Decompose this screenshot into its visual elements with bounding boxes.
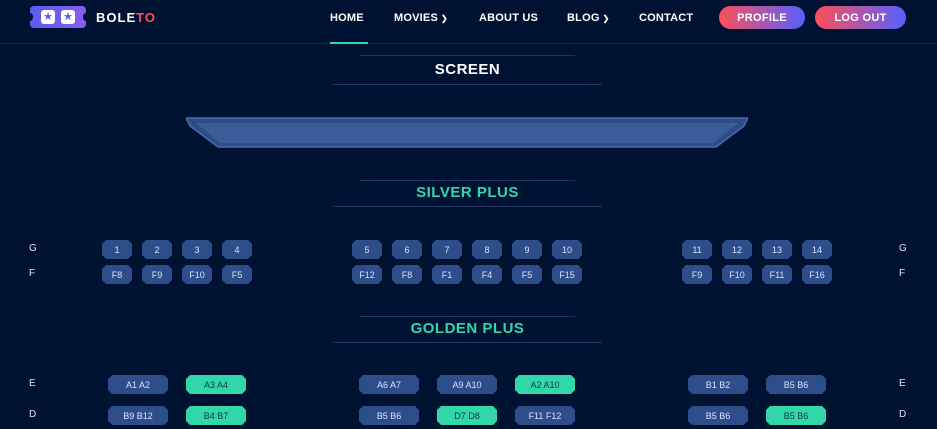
divider (360, 180, 575, 181)
cinema-screen (186, 117, 748, 148)
brand-name: BOLETO (96, 9, 156, 25)
divider (360, 55, 575, 56)
seat[interactable]: 5 (352, 240, 382, 259)
seat[interactable]: F8 (392, 265, 422, 284)
seat[interactable]: B5 B6 (359, 406, 419, 425)
divider (333, 84, 602, 85)
seat[interactable]: F1 (432, 265, 462, 284)
seat[interactable]: 2 (142, 240, 172, 259)
nav-about[interactable]: ABOUT US (479, 12, 538, 24)
nav-home[interactable]: HOME (330, 12, 364, 24)
seat[interactable]: F12 (352, 265, 382, 284)
row-label-right: G (899, 243, 907, 254)
seat[interactable]: B5 B6 (766, 375, 826, 394)
brand-logo[interactable]: ★ ★ BOLETO (27, 6, 156, 28)
screen-title: SCREEN (434, 61, 501, 78)
seat[interactable]: B9 B12 (108, 406, 168, 425)
row-label-right: F (899, 268, 906, 279)
seat-selected[interactable]: D7 D8 (437, 406, 497, 425)
seat[interactable]: F10 (722, 265, 752, 284)
seat[interactable]: F11 F12 (515, 406, 575, 425)
row-label-left: E (29, 378, 36, 389)
seat[interactable]: F11 (762, 265, 792, 284)
seat[interactable]: F10 (182, 265, 212, 284)
seat[interactable]: F16 (802, 265, 832, 284)
seat[interactable]: F9 (682, 265, 712, 284)
chevron-down-icon: ❯ (441, 14, 448, 23)
seat[interactable]: F5 (222, 265, 252, 284)
seat[interactable]: 14 (802, 240, 832, 259)
seat-selected[interactable]: A3 A4 (186, 375, 246, 394)
seat[interactable]: 10 (552, 240, 582, 259)
seat[interactable]: 8 (472, 240, 502, 259)
nav-contact[interactable]: CONTACT (639, 12, 693, 24)
star-icon: ★ (61, 10, 75, 24)
seat[interactable]: 7 (432, 240, 462, 259)
seat[interactable]: A9 A10 (437, 375, 497, 394)
seat[interactable]: B5 B6 (688, 406, 748, 425)
logout-button[interactable]: LOG OUT (815, 6, 906, 29)
seat[interactable]: 13 (762, 240, 792, 259)
seat[interactable]: A6 A7 (359, 375, 419, 394)
seat[interactable]: 9 (512, 240, 542, 259)
site-header: ★ ★ BOLETO HOME MOVIES ❯ ABOUT US BLOG ❯ C… (0, 0, 937, 44)
seat-selected[interactable]: B4 B7 (186, 406, 246, 425)
seat[interactable]: F9 (142, 265, 172, 284)
nav-movies[interactable]: MOVIES ❯ (394, 12, 448, 24)
seat[interactable]: 1 (102, 240, 132, 259)
seat[interactable]: F4 (472, 265, 502, 284)
row-label-right: E (899, 378, 906, 389)
divider (360, 316, 575, 317)
row-label-left: F (29, 268, 36, 279)
seat[interactable]: 3 (182, 240, 212, 259)
seat-selected[interactable]: A2 A10 (515, 375, 575, 394)
seat[interactable]: A1 A2 (108, 375, 168, 394)
divider (333, 206, 602, 207)
profile-button[interactable]: PROFILE (719, 6, 805, 29)
seat[interactable]: 6 (392, 240, 422, 259)
seat[interactable]: 4 (222, 240, 252, 259)
divider (333, 342, 602, 343)
row-label-left: G (29, 243, 37, 254)
chevron-down-icon: ❯ (602, 14, 610, 23)
nav-blog[interactable]: BLOG ❯ (567, 12, 609, 24)
silver-plus-title: SILVER PLUS (416, 184, 519, 201)
ticket-icon: ★ ★ (27, 6, 89, 28)
seat[interactable]: F8 (102, 265, 132, 284)
golden-plus-title: GOLDEN PLUS (410, 320, 525, 337)
active-nav-indicator (330, 42, 368, 44)
row-label-left: D (29, 409, 37, 420)
seat[interactable]: 12 (722, 240, 752, 259)
row-label-right: D (899, 409, 907, 420)
seat[interactable]: B1 B2 (688, 375, 748, 394)
seat[interactable]: 11 (682, 240, 712, 259)
seat[interactable]: F15 (552, 265, 582, 284)
star-icon: ★ (41, 10, 55, 24)
seat-selected[interactable]: B5 B6 (766, 406, 826, 425)
seat[interactable]: F5 (512, 265, 542, 284)
